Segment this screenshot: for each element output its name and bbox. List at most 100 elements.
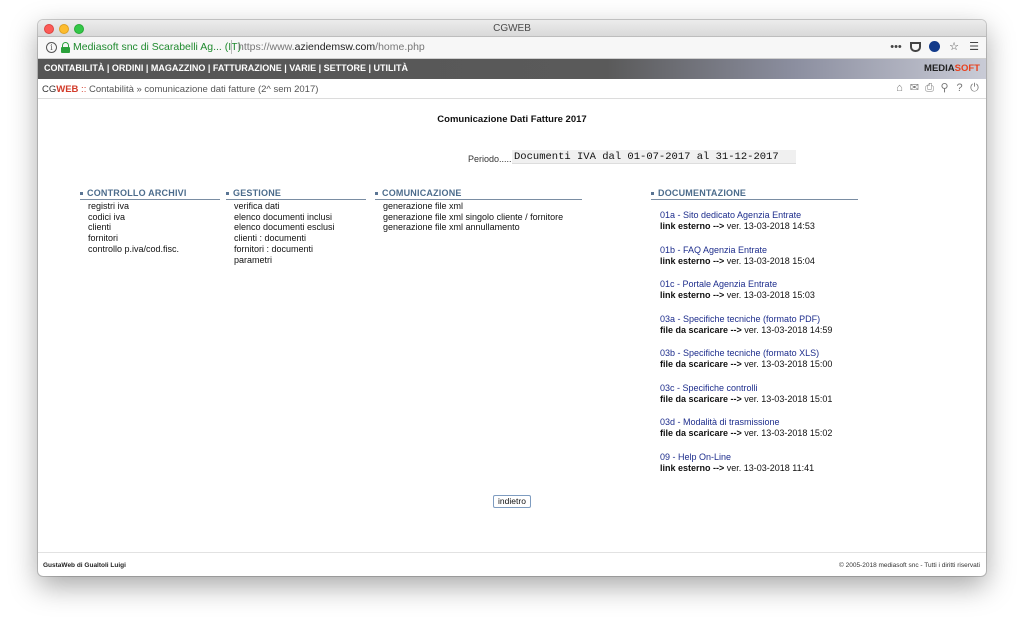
doc-version: ver. 13-03-2018 14:59	[741, 324, 833, 335]
doc-kind[interactable]: file da scaricare -->	[660, 428, 742, 438]
menu-item[interactable]: MAGAZZINO	[151, 63, 206, 73]
doc-kind[interactable]: file da scaricare -->	[660, 359, 742, 369]
back-button[interactable]: indietro	[493, 495, 531, 508]
info-icon[interactable]: i	[46, 42, 57, 53]
power-icon[interactable]: ⏻	[969, 82, 980, 94]
doc-meta: link esterno --> ver. 13-03-2018 15:03	[660, 290, 832, 301]
section-controllo-archivi: CONTROLLO ARCHIVI registri iva codici iva…	[80, 188, 220, 255]
menu-item[interactable]: CONTABILITÀ	[44, 63, 104, 73]
more-icon[interactable]: •••	[890, 41, 902, 53]
bullet-icon	[375, 192, 378, 196]
doc-item: 03c - Specifiche controlli file da scaric…	[660, 383, 832, 405]
menu-link[interactable]: codici iva	[88, 212, 220, 223]
brand-logo: MEDIASOFT	[924, 63, 980, 74]
doc-kind[interactable]: file da scaricare -->	[660, 325, 742, 335]
home-icon[interactable]: ⌂	[894, 82, 905, 94]
menu-list: verifica dati elenco documenti inclusi ele…	[226, 201, 366, 265]
doc-link[interactable]: 01c - Portale Agenzia Entrate	[660, 279, 832, 290]
menu-link[interactable]: clienti	[88, 222, 220, 233]
doc-link[interactable]: 03d - Modalità di trasmissione	[660, 417, 832, 428]
breadcrumb-separator: ::	[78, 84, 89, 95]
breadcrumb: CGWEB :: Contabilità » comunicazione dat…	[42, 84, 318, 95]
page-title: Comunicazione Dati Fatture 2017	[437, 114, 587, 125]
app-name-web: WEB	[56, 84, 79, 95]
doc-meta: link esterno --> ver. 13-03-2018 15:04	[660, 256, 832, 267]
url-prefix: https://www.	[238, 41, 295, 53]
doc-version: ver. 13-03-2018 15:04	[724, 255, 815, 266]
help-icon[interactable]: ?	[954, 82, 965, 94]
brand-right: SOFT	[954, 63, 980, 74]
menu-link[interactable]: verifica dati	[234, 201, 366, 212]
url-divider	[231, 40, 232, 54]
menu-separator: |	[316, 63, 324, 73]
menu-link[interactable]: registri iva	[88, 201, 220, 212]
lock-icon[interactable]	[61, 42, 70, 53]
menu-item[interactable]: VARIE	[289, 63, 316, 73]
menu-link[interactable]: clienti : documenti	[234, 233, 366, 244]
bullet-icon	[226, 192, 229, 196]
menu-item[interactable]: UTILITÀ	[374, 63, 409, 73]
menu-link[interactable]: generazione file xml singolo cliente / f…	[383, 212, 582, 223]
menu-separator: |	[205, 63, 213, 73]
section-title: CONTROLLO ARCHIVI	[80, 188, 220, 200]
doc-link[interactable]: 03b - Specifiche tecniche (formato XLS)	[660, 348, 832, 359]
menu-link[interactable]: fornitori : documenti	[234, 244, 366, 255]
doc-link[interactable]: 03c - Specifiche controlli	[660, 383, 832, 394]
title-bar: CGWEB	[38, 20, 986, 37]
menu-link[interactable]: parametri	[234, 255, 366, 266]
menu-item[interactable]: SETTORE	[324, 63, 366, 73]
url-path: /home.php	[375, 41, 425, 53]
doc-item: 09 - Help On-Line link esterno --> ver. 1…	[660, 452, 832, 474]
doc-kind[interactable]: link esterno -->	[660, 463, 724, 473]
doc-link[interactable]: 01a - Sito dedicato Agenzia Entrate	[660, 210, 832, 221]
minimize-window-button[interactable]	[59, 24, 69, 34]
browser-toolbar-icons: ••• ☆ ☰	[890, 40, 980, 54]
doc-kind[interactable]: link esterno -->	[660, 290, 724, 300]
periodo-label: Periodo.....:	[468, 154, 515, 164]
main-content: Comunicazione Dati Fatture 2017 Periodo.…	[38, 100, 986, 552]
url-domain: aziendemsw.com	[294, 41, 376, 53]
footer-credit: GustaWeb di Gualtoli Luigi	[43, 562, 126, 569]
print-icon[interactable]: ⎙	[924, 82, 935, 94]
doc-meta: link esterno --> ver. 13-03-2018 11:41	[660, 463, 832, 474]
mail-icon[interactable]: ✉	[909, 82, 920, 94]
maximize-window-button[interactable]	[74, 24, 84, 34]
section-title: DOCUMENTAZIONE	[651, 188, 858, 200]
doc-kind[interactable]: link esterno -->	[660, 256, 724, 266]
close-window-button[interactable]	[44, 24, 54, 34]
doc-meta: file da scaricare --> ver. 13-03-2018 14…	[660, 325, 832, 336]
doc-meta: file da scaricare --> ver. 13-03-2018 15…	[660, 394, 832, 405]
doc-link[interactable]: 03a - Specifiche tecniche (formato PDF)	[660, 314, 832, 325]
url-text[interactable]: https://www.aziendemsw.com/home.php	[238, 41, 425, 53]
doc-item: 03b - Specifiche tecniche (formato XLS) f…	[660, 348, 832, 370]
main-menu-bar: CONTABILITÀ | ORDINI | MAGAZZINO | FATTU…	[38, 59, 986, 79]
menu-link[interactable]: controllo p.iva/cod.fisc.	[88, 244, 220, 255]
address-bar[interactable]: i Mediasoft snc di Scarabelli Ag... (IT)…	[38, 37, 986, 59]
window-controls	[44, 24, 84, 34]
hamburger-menu-icon[interactable]: ☰	[968, 40, 980, 53]
doc-kind[interactable]: file da scaricare -->	[660, 394, 742, 404]
doc-kind[interactable]: link esterno -->	[660, 221, 724, 231]
site-identity[interactable]: Mediasoft snc di Scarabelli Ag... (IT)	[73, 41, 241, 53]
menu-link[interactable]: elenco documenti esclusi	[234, 222, 366, 233]
doc-link[interactable]: 09 - Help On-Line	[660, 452, 832, 463]
menu-link[interactable]: generazione file xml	[383, 201, 582, 212]
doc-link[interactable]: 01b - FAQ Agenzia Entrate	[660, 245, 832, 256]
section-title-text: CONTROLLO ARCHIVI	[87, 188, 187, 198]
pocket-icon[interactable]	[910, 41, 921, 52]
doc-item: 03d - Modalità di trasmissione file da sc…	[660, 417, 832, 439]
search-icon[interactable]: ⚲	[939, 82, 950, 94]
menu-link[interactable]: elenco documenti inclusi	[234, 212, 366, 223]
doc-version: ver. 13-03-2018 15:02	[741, 428, 833, 438]
footer-copyright: © 2005-2018 mediasoft snc - Tutti i diri…	[839, 562, 980, 569]
menu-link[interactable]: generazione file xml annullamento	[383, 222, 582, 233]
menu-item[interactable]: FATTURAZIONE	[213, 63, 282, 73]
breadcrumb-trail: Contabilità » comunicazione dati fatture…	[88, 84, 319, 95]
menu-link[interactable]: fornitori	[88, 233, 220, 244]
star-icon[interactable]: ☆	[948, 40, 960, 53]
menu-item[interactable]: ORDINI	[112, 63, 144, 73]
section-title-text: GESTIONE	[233, 188, 282, 198]
section-title-text: DOCUMENTAZIONE	[658, 188, 747, 198]
doc-item: 01c - Portale Agenzia Entrate link estern…	[660, 279, 832, 301]
shield-icon[interactable]	[929, 41, 940, 52]
